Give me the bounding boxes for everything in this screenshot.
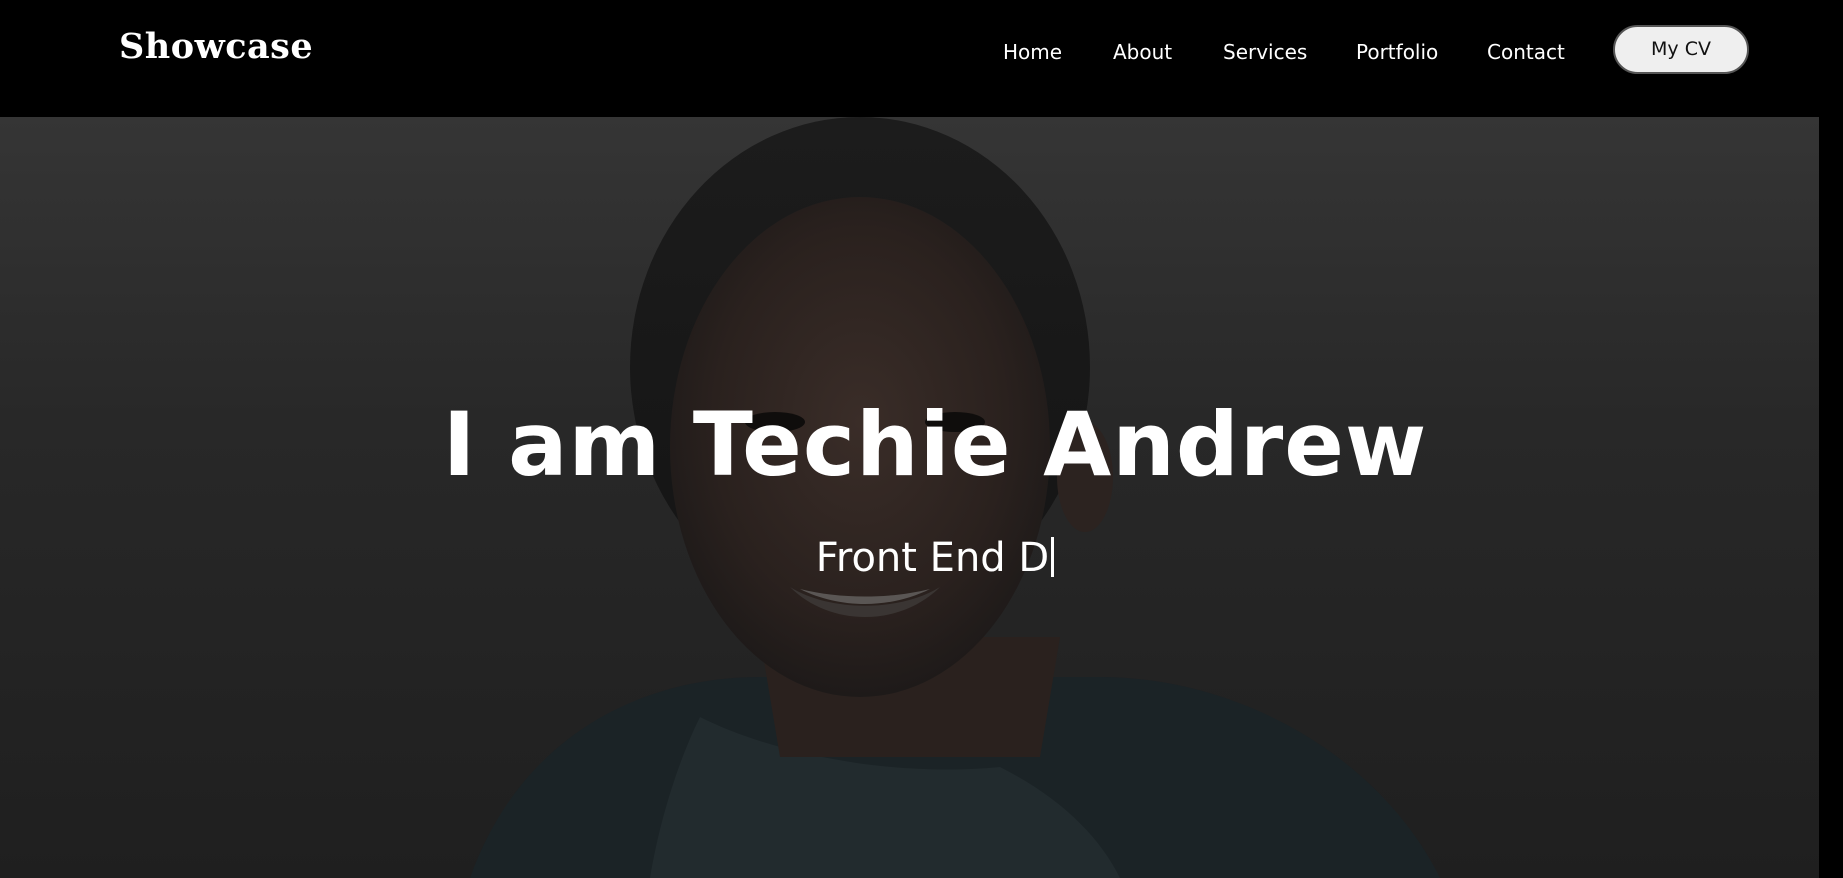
navbar: Showcase Home About Services Portfolio C…	[0, 0, 1843, 117]
site-logo[interactable]: Showcase	[119, 26, 313, 67]
typing-caret	[1051, 537, 1055, 577]
hero-background-photo	[470, 117, 1440, 878]
page: Showcase Home About Services Portfolio C…	[0, 0, 1843, 878]
hero-subtitle: Front End D	[0, 535, 1843, 581]
hero-section	[0, 117, 1819, 878]
my-cv-button[interactable]: My CV	[1613, 25, 1749, 74]
nav-link-home[interactable]: Home	[1003, 40, 1062, 64]
page-scrollbar[interactable]	[1819, 117, 1843, 878]
nav-link-portfolio[interactable]: Portfolio	[1356, 40, 1438, 64]
nav-link-contact[interactable]: Contact	[1487, 40, 1565, 64]
typed-subtitle-text: Front End D	[815, 535, 1050, 581]
nav-link-about[interactable]: About	[1113, 40, 1172, 64]
hero-title: I am Techie Andrew	[442, 393, 1428, 496]
nav-link-services[interactable]: Services	[1223, 40, 1307, 64]
